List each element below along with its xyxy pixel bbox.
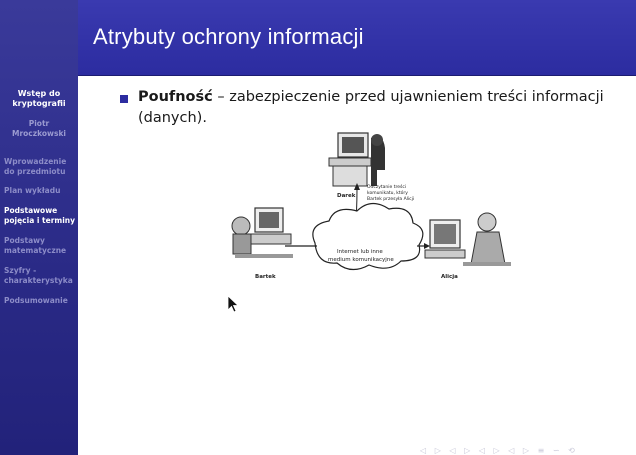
sidebar-title-line1: Wstęp do [17, 89, 61, 98]
nav-next-frame-icon[interactable]: ▷ [464, 446, 471, 455]
definition-line: Poufność – zabezpieczenie przed ujawnien… [138, 89, 604, 105]
label-alicja: Alicja [441, 274, 458, 280]
sidebar-item-label: Podstawowe [4, 206, 58, 215]
sidebar-item-label: Podstawy [4, 236, 45, 245]
nav-next-section-icon[interactable]: ▷ [523, 446, 530, 455]
sidebar-item-podstawowe[interactable]: Podstawowe pojęcia i terminy [4, 206, 78, 226]
sidebar-item-podsumowanie[interactable]: Podsumowanie [4, 296, 78, 306]
cloud-line2: medium komunikacyjne [328, 257, 394, 263]
sidebar-item-label: pojęcia i terminy [4, 216, 76, 225]
sidebar-item-label: Szyfry - [4, 266, 37, 275]
nav-next-slide-icon[interactable]: ▷ [435, 446, 442, 455]
sidebar-item-podstawy[interactable]: Podstawy matematyczne [4, 236, 78, 256]
cloud-line1: Internet lub inne [337, 249, 383, 255]
mouse-cursor-icon [227, 295, 239, 313]
darek-computer-icon [328, 132, 385, 187]
nav-prev-slide-icon[interactable]: ◁ [420, 446, 427, 455]
sidebar-item-plan[interactable]: Plan wykładu [4, 186, 78, 196]
sidebar-item-label: do przedmiotu [4, 167, 66, 176]
nav-prev-subsection-icon[interactable]: ◁ [479, 446, 486, 455]
nav-back-icon[interactable]: ⟲ [568, 446, 576, 455]
sidebar-item-label: Podsumowanie [4, 296, 68, 305]
note-line2: komunikatu, który [367, 189, 408, 196]
sidebar-author-line1: Piotr [28, 119, 50, 128]
nav-prev-frame-icon[interactable]: ◁ [449, 446, 456, 455]
alicja-computer-icon [424, 212, 511, 266]
beamer-navigation: ◁ ▷ ◁ ▷ ◁ ▷ ◁ ▷ ≡ ∽ ⟲ [420, 446, 630, 455]
sidebar-item-label: Wprowadzenie [4, 157, 67, 166]
definition-continuation: (danych). [138, 110, 207, 126]
note-line1: Odczytanie treści [367, 183, 406, 190]
bartek-computer-icon [231, 207, 293, 258]
term: Poufność [138, 89, 213, 105]
slide-header: Atrybuty ochrony informacji [78, 0, 636, 76]
definition-text: – zabezpieczenie przed ujawnieniem treśc… [212, 89, 604, 105]
nav-menu-icon[interactable]: ≡ [538, 446, 546, 455]
sidebar-item-wprowadzenie[interactable]: Wprowadzenie do przedmiotu [4, 157, 78, 177]
note-line3: Bartek przesyła Alicji [367, 196, 414, 202]
bullet-icon [120, 95, 128, 103]
slide-title: Atrybuty ochrony informacji [93, 24, 364, 49]
sidebar-item-szyfry[interactable]: Szyfry - charakterystyka [4, 266, 78, 286]
sidebar-title-line2: kryptografii [12, 99, 66, 108]
label-darek: Darek [337, 193, 356, 199]
sidebar-item-label: charakterystyka [4, 276, 73, 285]
sidebar-author-line2: Mroczkowski [11, 129, 67, 138]
confidentiality-illustration: Darek Odczytanie treści komunikatu, któr… [231, 132, 511, 280]
sidebar: Wstęp do kryptografii Piotr Mroczkowski … [0, 0, 78, 455]
sidebar-item-label: Plan wykładu [4, 186, 61, 195]
nav-next-subsection-icon[interactable]: ▷ [494, 446, 501, 455]
label-bartek: Bartek [255, 274, 276, 280]
sidebar-item-label: matematyczne [4, 246, 67, 255]
nav-search-icon[interactable]: ∽ [553, 446, 561, 455]
nav-prev-section-icon[interactable]: ◁ [508, 446, 515, 455]
